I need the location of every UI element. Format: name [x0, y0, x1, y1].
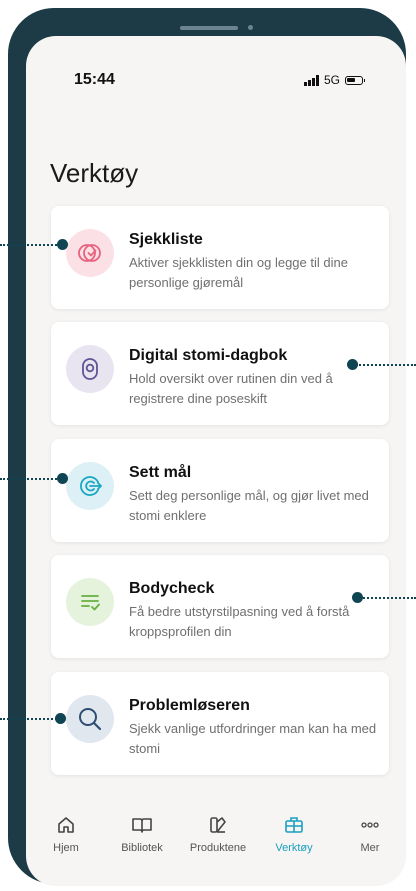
page-title: Verktøy — [50, 158, 139, 188]
card-sjekkliste[interactable]: Sjekkliste Aktiver sjekklisten din og le… — [51, 206, 389, 309]
status-time: 15:44 — [74, 71, 115, 88]
card-description: Sjekk vanlige utfordringer man kan ha me… — [129, 721, 377, 756]
card-title: Sjekkliste — [129, 231, 203, 248]
callout-dot — [347, 359, 358, 370]
tab-label: Produktene — [189, 842, 247, 854]
checklist-check-icon — [66, 229, 114, 277]
callout-dot — [352, 592, 363, 603]
tab-label: Bibliotek — [121, 842, 163, 854]
card-problemloseren[interactable]: Problemløseren Sjekk vanlige utfordringe… — [51, 672, 389, 775]
front-camera — [248, 25, 253, 30]
tab-verktoy[interactable]: Verktøy — [256, 814, 332, 854]
tab-bibliotek[interactable]: Bibliotek — [104, 814, 180, 854]
card-description: Sett deg personlige mål, og gjør livet m… — [129, 488, 369, 523]
signal-icon — [304, 74, 319, 86]
card-title: Bodycheck — [129, 580, 215, 597]
callout-line — [356, 364, 416, 366]
tab-label: Hjem — [53, 842, 79, 854]
tab-hjem[interactable]: Hjem — [28, 814, 104, 854]
stoma-pouch-icon — [66, 345, 114, 393]
card-bodycheck[interactable]: Bodycheck Få bedre utstyrstilpasning ved… — [51, 555, 389, 658]
book-icon — [131, 814, 153, 836]
tab-label: Mer — [360, 842, 380, 854]
screen: 15:44 5G Verktøy Sjekkliste Aktiver sjek… — [26, 36, 406, 886]
card-description: Hold oversikt over rutinen din ved å reg… — [129, 371, 333, 406]
tab-produktene[interactable]: Produktene — [180, 814, 256, 854]
callout-dot — [57, 473, 68, 484]
callout-dot — [55, 713, 66, 724]
tab-label: Verktøy — [275, 842, 313, 854]
callout-line — [0, 718, 60, 720]
card-title: Sett mål — [129, 464, 192, 481]
more-dots-icon — [360, 814, 380, 836]
magnifier-icon — [66, 695, 114, 743]
tab-mer[interactable]: Mer — [332, 814, 408, 854]
callout-line — [0, 244, 60, 246]
battery-icon — [345, 75, 366, 85]
speaker-grille — [180, 26, 238, 30]
callout-dot — [57, 239, 68, 250]
network-type: 5G — [324, 73, 341, 87]
card-description: Aktiver sjekklisten din og legge til din… — [129, 255, 348, 290]
card-title: Digital stomi-dagbok — [129, 347, 288, 364]
list-check-icon — [66, 578, 114, 626]
callout-line — [360, 597, 416, 599]
bottom-tab-bar: Hjem Bibliotek Produktene Verktøy Mer — [26, 814, 406, 874]
card-title: Problemløseren — [129, 697, 250, 714]
target-goal-icon — [66, 462, 114, 510]
status-indicators: 5G — [304, 72, 366, 88]
home-icon — [56, 814, 76, 836]
products-icon — [208, 814, 228, 836]
phone-frame: 15:44 5G Verktøy Sjekkliste Aktiver sjek… — [8, 8, 406, 886]
card-sett-mal[interactable]: Sett mål Sett deg personlige mål, og gjø… — [51, 439, 389, 542]
card-digital-stomi-dagbok[interactable]: Digital stomi-dagbok Hold oversikt over … — [51, 322, 389, 425]
card-description: Få bedre utstyrstilpasning ved å forstå … — [129, 604, 350, 639]
toolbox-icon — [283, 814, 305, 836]
callout-line — [0, 478, 60, 480]
